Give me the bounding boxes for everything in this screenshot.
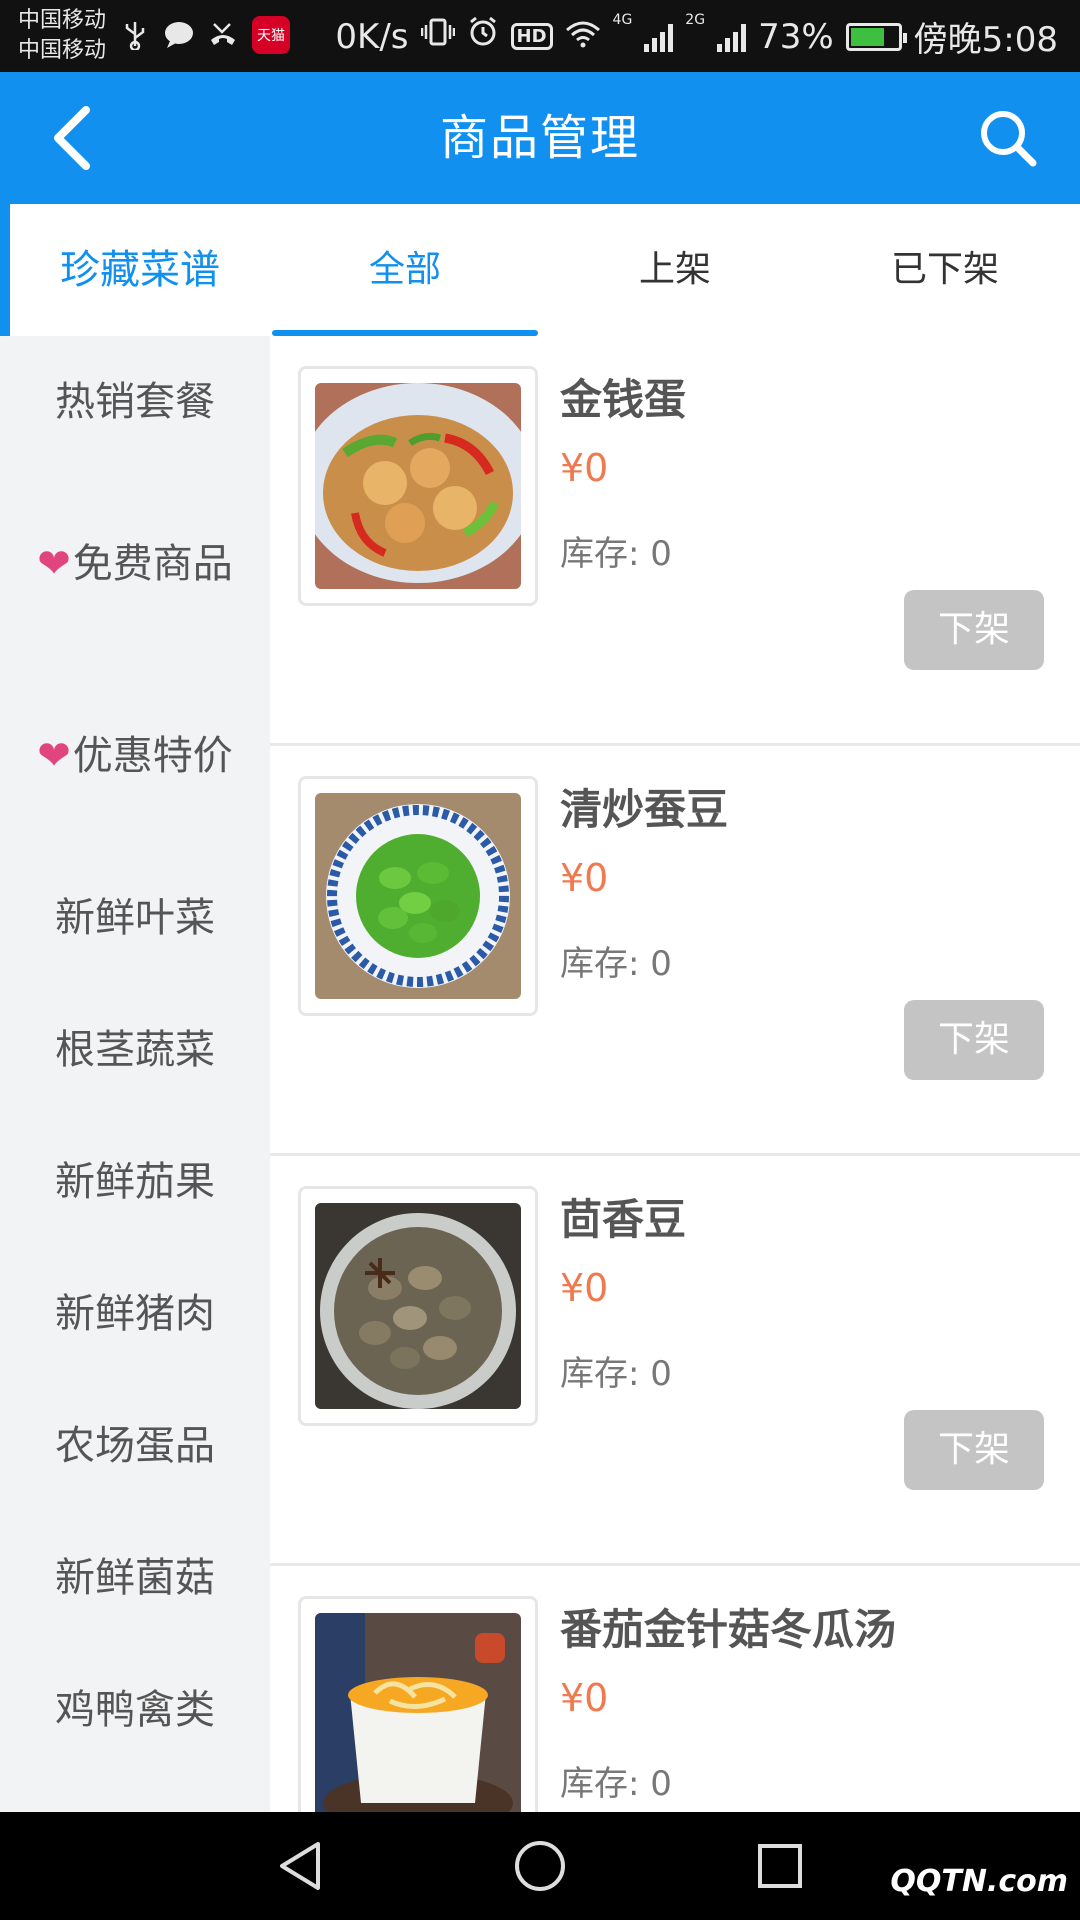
sidebar-item-root-vegetables[interactable]: 根茎蔬菜 bbox=[0, 984, 270, 1116]
product-card: 番茄金针菇冬瓜汤 ¥0 库存: 0 bbox=[270, 1566, 1080, 1812]
notification-icons: 天猫 bbox=[120, 16, 290, 54]
battery-icon bbox=[845, 22, 907, 51]
clock: 傍晚5:08 bbox=[913, 20, 1058, 60]
product-image[interactable] bbox=[298, 366, 538, 606]
system-status: 0K/s HD 4G 2G 73% 傍晚5:08 bbox=[335, 12, 1058, 61]
sidebar-item-special-offers[interactable]: ❤优惠特价 bbox=[0, 660, 270, 852]
signal-icon bbox=[644, 22, 674, 52]
category-sidebar: 珍藏菜谱 热销套餐 ❤免费商品 ❤优惠特价 新鲜叶菜 根茎蔬菜 新鲜茄果 新鲜猪… bbox=[0, 204, 270, 1812]
sidebar-item-farm-eggs[interactable]: 农场蛋品 bbox=[0, 1380, 270, 1512]
sidebar-item-label: 新鲜茄果 bbox=[55, 1159, 215, 1205]
product-name: 清炒蚕豆 bbox=[560, 785, 729, 834]
sidebar-item-recipes[interactable]: 珍藏菜谱 bbox=[0, 204, 270, 336]
nav-recents-button[interactable] bbox=[750, 1836, 810, 1896]
status-bar: 中国移动 中国移动 天猫 0K/s HD 4G 2G 73% 傍晚5:08 bbox=[0, 0, 1080, 72]
sidebar-item-label: 农场蛋品 bbox=[55, 1423, 215, 1469]
delist-button[interactable]: 下架 bbox=[904, 1000, 1044, 1080]
net-type-2: 2G bbox=[685, 12, 706, 28]
heart-icon: ❤ bbox=[37, 733, 71, 779]
delist-button[interactable]: 下架 bbox=[904, 590, 1044, 670]
product-image[interactable] bbox=[298, 1596, 538, 1812]
nav-home-button[interactable] bbox=[510, 1836, 570, 1896]
recents-square-icon bbox=[758, 1844, 802, 1888]
tab-off-shelf[interactable]: 已下架 bbox=[810, 204, 1080, 336]
product-name: 金钱蛋 bbox=[560, 375, 687, 424]
sidebar-item-label: 新鲜叶菜 bbox=[55, 895, 215, 941]
tmall-icon: 天猫 bbox=[252, 16, 290, 54]
usb-icon bbox=[120, 20, 150, 50]
signal-icon bbox=[717, 22, 747, 52]
sidebar-item-label: 新鲜菌菇 bbox=[55, 1555, 215, 1601]
sidebar-item-label: 免费商品 bbox=[72, 541, 233, 587]
back-button[interactable] bbox=[36, 102, 108, 174]
battery-percent: 73% bbox=[758, 16, 834, 57]
product-stock: 库存: 0 bbox=[560, 1764, 672, 1804]
sidebar-item-label: 优惠特价 bbox=[72, 733, 233, 779]
sidebar-item-poultry[interactable]: 鸡鸭禽类 bbox=[0, 1644, 270, 1776]
product-card: 茴香豆 ¥0 库存: 0 下架 bbox=[270, 1156, 1080, 1566]
product-price: ¥0 bbox=[560, 1266, 609, 1310]
sidebar-item-fresh-nightshades[interactable]: 新鲜茄果 bbox=[0, 1116, 270, 1248]
home-circle-icon bbox=[515, 1841, 565, 1891]
net-speed: 0K/s bbox=[335, 16, 409, 57]
sidebar-item-label: 热销套餐 bbox=[55, 379, 215, 425]
product-price: ¥0 bbox=[560, 446, 609, 490]
carrier-1: 中国移动 bbox=[18, 8, 107, 33]
back-icon bbox=[54, 106, 90, 170]
search-icon bbox=[981, 111, 1037, 167]
sidebar-item-label: 鸡鸭禽类 bbox=[55, 1687, 215, 1733]
sidebar-item-fresh-pork[interactable]: 新鲜猪肉 bbox=[0, 1248, 270, 1380]
filter-tabs: 全部 上架 已下架 bbox=[270, 204, 1080, 336]
carrier-info: 中国移动 中国移动 bbox=[18, 6, 106, 66]
product-stock: 库存: 0 bbox=[560, 1354, 672, 1394]
missed-call-icon bbox=[208, 20, 238, 50]
delist-button[interactable]: 下架 bbox=[904, 1410, 1044, 1490]
product-image[interactable] bbox=[298, 1186, 538, 1426]
search-button[interactable] bbox=[972, 102, 1044, 174]
sidebar-item-label: 根茎蔬菜 bbox=[55, 1027, 215, 1073]
product-price: ¥0 bbox=[560, 1676, 609, 1720]
nav-back-button[interactable] bbox=[270, 1836, 330, 1896]
heart-icon: ❤ bbox=[37, 541, 71, 587]
product-list: 金钱蛋 ¥0 库存: 0 下架 清炒蚕豆 ¥0 库存: 0 下架 茴香豆 ¥0 … bbox=[270, 336, 1080, 1812]
net-type-1: 4G bbox=[612, 12, 633, 28]
sidebar-item-label: 新鲜猪肉 bbox=[55, 1291, 215, 1337]
sidebar-item-fresh-mushrooms[interactable]: 新鲜菌菇 bbox=[0, 1512, 270, 1644]
sidebar-item-leafy-greens[interactable]: 新鲜叶菜 bbox=[0, 852, 270, 984]
product-stock: 库存: 0 bbox=[560, 944, 672, 984]
sidebar-item-free-goods[interactable]: ❤免费商品 bbox=[0, 468, 270, 660]
page-title: 商品管理 bbox=[439, 110, 640, 166]
product-card: 清炒蚕豆 ¥0 库存: 0 下架 bbox=[270, 746, 1080, 1156]
product-image[interactable] bbox=[298, 776, 538, 1016]
product-price: ¥0 bbox=[560, 856, 609, 900]
message-icon bbox=[164, 20, 194, 50]
tab-on-shelf[interactable]: 上架 bbox=[540, 204, 810, 336]
carrier-2: 中国移动 bbox=[18, 38, 107, 63]
app-header: 商品管理 bbox=[0, 72, 1080, 204]
product-stock: 库存: 0 bbox=[560, 534, 672, 574]
tab-all[interactable]: 全部 bbox=[270, 204, 540, 336]
alarm-icon bbox=[467, 16, 499, 57]
sidebar-item-hot-combos[interactable]: 热销套餐 bbox=[0, 336, 270, 468]
hd-badge: HD bbox=[510, 23, 553, 50]
sidebar-item-label: 珍藏菜谱 bbox=[60, 247, 220, 293]
system-nav-bar: QQTN.com bbox=[0, 1812, 1080, 1920]
watermark: QQTN.com bbox=[890, 1864, 1068, 1899]
wifi-icon bbox=[565, 17, 601, 57]
back-triangle-icon bbox=[280, 1842, 320, 1890]
product-card: 金钱蛋 ¥0 库存: 0 下架 bbox=[270, 336, 1080, 746]
product-name: 茴香豆 bbox=[560, 1195, 687, 1244]
product-name: 番茄金针菇冬瓜汤 bbox=[560, 1605, 897, 1654]
vibrate-icon bbox=[420, 16, 455, 57]
